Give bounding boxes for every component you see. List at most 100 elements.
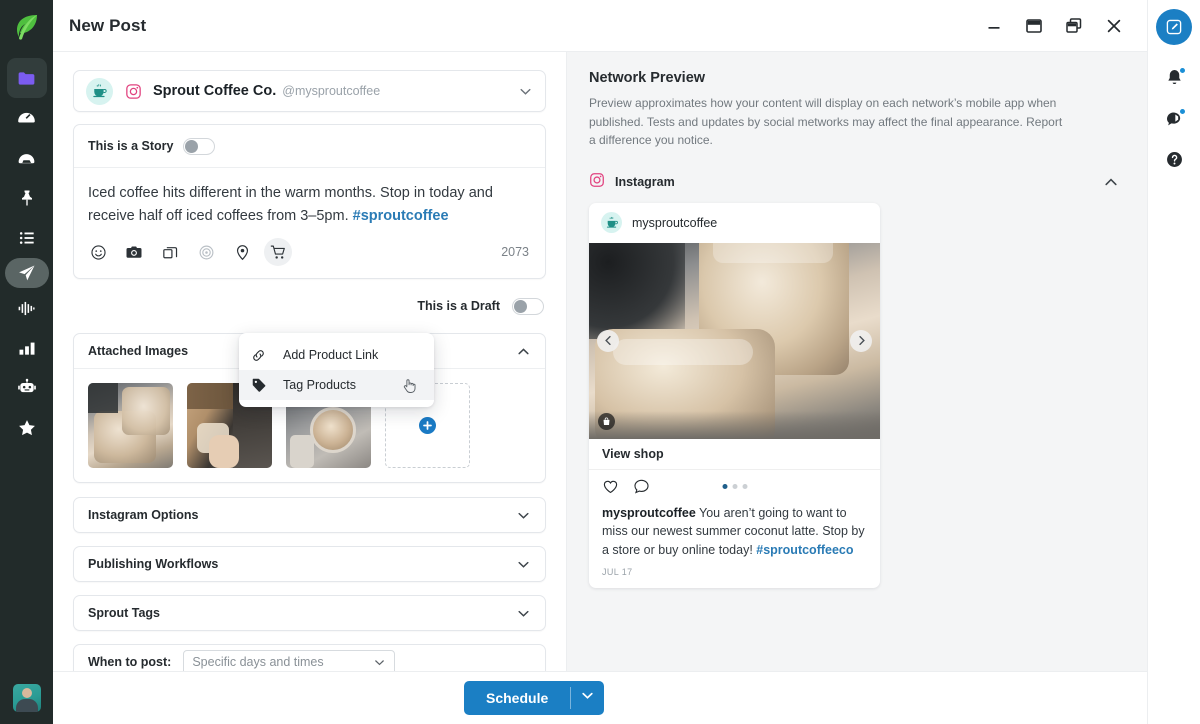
sprout-leaf-logo[interactable] [10,10,44,44]
preview-network-header: Instagram [589,172,1125,193]
sidebar-item-listening[interactable] [7,288,47,328]
schedule-button[interactable]: Schedule [464,681,571,715]
post-username[interactable]: mysproutcoffee [632,216,717,230]
iced-coffee-cups-photo [88,383,173,468]
sidebar-item-reports[interactable] [7,328,47,368]
chevron-down-icon[interactable] [516,508,531,523]
sidebar-item-pin[interactable] [7,178,47,218]
avatar-body [15,699,38,712]
sidebar-item-publishing-workflows[interactable]: Publishing Workflows [73,546,546,582]
profile-selector[interactable]: Sprout Coffee Co. @mysproutcoffee [73,70,546,112]
location-pin-icon[interactable] [228,238,256,266]
compose-icon[interactable] [1156,9,1192,45]
list-item[interactable] [88,383,173,468]
inbox-icon [16,148,37,169]
carousel-dot[interactable] [742,484,747,489]
draft-toggle-row: This is a Draft [73,293,546,319]
heart-icon[interactable] [602,478,619,495]
user-avatar[interactable] [12,684,41,712]
right-action-rail [1147,0,1200,724]
chevron-down-icon[interactable] [516,557,531,572]
link-icon [251,348,273,363]
instagram-icon [589,172,605,193]
sidebar-item-dashboard[interactable] [7,98,47,138]
shopping-cart-icon[interactable] [264,238,292,266]
story-toggle[interactable] [183,137,216,155]
notifications-button[interactable] [1156,62,1192,98]
menu-item-tag-products[interactable]: Tag Products [239,370,434,400]
attached-images-title: Attached Images [88,344,189,358]
shopping-bag-icon[interactable] [598,412,615,430]
story-toggle-label: This is a Story [88,139,174,153]
instagram-icon [124,82,143,101]
schedule-button-group: Schedule [464,681,605,715]
profile-handle: @mysproutcoffee [282,84,381,98]
sidebar-item-publishing-folder[interactable] [6,58,47,98]
plus-icon [419,417,436,434]
speedometer-icon [16,108,37,129]
network-preview-panel: Network Preview Preview approximates how… [567,52,1147,671]
chevron-down-icon[interactable] [518,84,533,99]
when-to-post-value: Specific days and times [192,655,324,669]
chevron-down-icon[interactable] [516,606,531,621]
coffee-cup-avatar [601,212,622,233]
sidebar-item-reviews[interactable] [7,408,47,448]
close-icon[interactable] [1103,15,1125,37]
sidebar-item-bot[interactable] [7,368,47,408]
preview-description: Preview approximates how your content wi… [589,96,1063,147]
sidebar-item-instagram-options[interactable]: Instagram Options [73,497,546,533]
sidebar-item-publish[interactable] [4,258,49,288]
paper-plane-icon [17,263,37,283]
sidebar-item-inbox[interactable] [7,138,47,178]
caption-hashtag[interactable]: #sproutcoffeeco [756,543,853,557]
post-media[interactable] [589,242,880,439]
when-to-post-section: When to post: Specific days and times [73,644,546,671]
chevron-up-icon[interactable] [1103,174,1125,190]
minimize-icon[interactable] [983,15,1005,37]
section-title: Sprout Tags [88,606,160,620]
carousel-dots [722,484,747,489]
preview-network-name: Instagram [615,175,675,189]
composer-toolbar: 2073 [74,228,545,278]
maximize-icon[interactable] [1023,15,1045,37]
message-badge [1179,108,1186,115]
help-button[interactable] [1156,144,1192,180]
menu-item-add-product-link[interactable]: Add Product Link [239,340,434,370]
emoji-icon[interactable] [84,238,112,266]
app-root: New Post Sprout Coffee Co. @mysproutcoff… [0,0,1200,724]
comment-icon[interactable] [633,478,650,495]
target-icon[interactable] [192,238,220,266]
page-title: New Post [69,15,147,35]
modal-body: Sprout Coffee Co. @mysproutcoffee This i… [53,52,1147,671]
carousel-dot[interactable] [732,484,737,489]
section-title: Instagram Options [88,508,199,522]
layers-icon[interactable] [156,238,184,266]
profile-name: Sprout Coffee Co. [153,83,277,99]
message-hashtag[interactable]: #sproutcoffee [353,208,449,224]
toggle-knob [514,299,527,313]
chevron-up-icon[interactable] [516,344,531,359]
camera-icon[interactable] [120,238,148,266]
view-shop-link[interactable]: View shop [589,439,880,470]
schedule-options-button[interactable] [570,681,605,715]
story-toggle-row: This is a Story [74,125,545,168]
caption-author[interactable]: mysproutcoffee [602,506,696,520]
menu-item-label: Add Product Link [283,348,379,362]
sidebar-item-sprout-tags[interactable]: Sprout Tags [73,595,546,631]
help-icon [1165,150,1184,174]
message-editor[interactable]: Iced coffee hits different in the warm m… [74,168,545,228]
carousel-next-icon[interactable] [850,329,872,352]
post-caption: mysproutcoffee You aren’t going to want … [589,504,880,564]
carousel-prev-icon[interactable] [597,329,619,352]
modal-header: New Post [53,0,1147,52]
robot-icon [17,378,37,398]
sidebar-item-tasks[interactable] [7,218,47,258]
carousel-dot[interactable] [722,484,727,489]
messages-button[interactable] [1156,103,1192,139]
when-to-post-select[interactable]: Specific days and times [183,649,396,671]
folder-icon [16,68,37,89]
restore-icon[interactable] [1063,15,1085,37]
draft-toggle[interactable] [512,297,544,315]
character-count: 2073 [501,245,529,259]
avatar-head [21,688,32,698]
